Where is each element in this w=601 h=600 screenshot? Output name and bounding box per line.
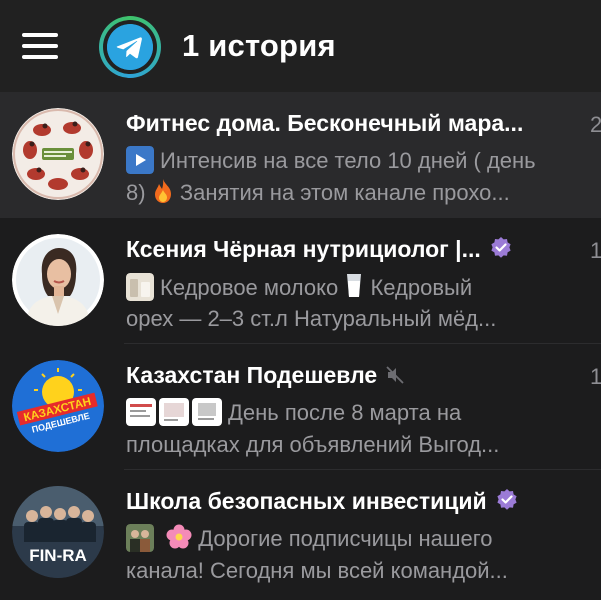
chat-title-text: Ксения Чёрная нутрициолог |...: [126, 236, 481, 262]
verified-badge-icon: [489, 236, 513, 266]
chat-list: Фитнес дома. Бесконечный мара... 2 Интен…: [0, 92, 601, 600]
chat-item-kazakhstan[interactable]: КАЗАХСТАН ПОДЕШЕВЛЕ Казахстан Подешевле …: [0, 344, 601, 470]
chat-title: Ксения Чёрная нутрициолог |...: [126, 236, 513, 266]
chat-title-text: Школа безопасных инвестиций: [126, 488, 487, 514]
chat-title: Школа безопасных инвестиций: [126, 488, 519, 518]
hamburger-menu-icon[interactable]: [22, 33, 60, 59]
top-bar: 1 история: [0, 0, 601, 92]
chat-date: 1: [590, 364, 601, 389]
fitness-channel-avatar: [12, 108, 104, 200]
kazakhstan-channel-avatar: КАЗАХСТАН ПОДЕШЕВЛЕ: [12, 360, 104, 452]
chat-title: Казахстан Подешевле: [126, 362, 405, 391]
verified-badge-icon: [495, 488, 519, 518]
avatar-text: FIN-RA: [29, 546, 87, 565]
telegram-app: 1 история Фитнес дома. Бесконечный мара.…: [0, 0, 601, 600]
preview-text: Интенсив на все тело 10 дней ( день: [160, 148, 536, 173]
chat-item-finra[interactable]: FIN-RA Школа безопасных инвестиций Дорог…: [0, 470, 601, 596]
preview-text: Кедровый: [370, 275, 473, 300]
video-play-icon: [126, 146, 154, 174]
photo-thumbnail-icon: [159, 398, 189, 426]
milk-glass-emoji-icon: [344, 271, 364, 303]
my-story-button[interactable]: [99, 16, 161, 78]
preview-text: Кедровое молоко: [160, 275, 339, 300]
nutritionist-avatar: [12, 234, 104, 326]
photo-thumbnail-icon: [192, 398, 222, 426]
flower-emoji-icon: [166, 524, 192, 555]
chat-date: 2: [590, 112, 601, 137]
chat-title: Фитнес дома. Бесконечный мара...: [126, 110, 524, 136]
preview-text: Дорогие подписчицы нашего: [198, 526, 493, 551]
message-preview: Кедровое молоко Кедровый орех — 2–3 ст.л…: [126, 271, 581, 335]
photo-thumbnail-icon: [126, 273, 154, 301]
chat-item-fitness[interactable]: Фитнес дома. Бесконечный мара... 2 Интен…: [0, 92, 601, 218]
telegram-logo-icon: [107, 24, 153, 70]
photo-thumbnail-icon: [126, 524, 154, 552]
chat-title-text: Казахстан Подешевле: [126, 362, 378, 388]
chat-item-nutritionist[interactable]: Ксения Чёрная нутрициолог |... 1 Кедрово…: [0, 218, 601, 344]
preview-text: День после 8 марта на: [228, 400, 462, 425]
page-title: 1 история: [182, 28, 336, 63]
preview-text: площадках для объявлений Выгод...: [126, 432, 500, 457]
chat-date: 1: [590, 238, 601, 263]
fire-emoji-icon: [152, 178, 174, 209]
message-preview: Интенсив на все тело 10 дней ( день 8) З…: [126, 145, 581, 209]
muted-speaker-icon: [385, 364, 405, 391]
preview-text: орех — 2–3 ст.л Натуральный мёд...: [126, 306, 497, 331]
message-preview: Дорогие подписчицы нашего канала! Сегодн…: [126, 523, 581, 587]
preview-text: Занятия на этом канале прохо...: [179, 180, 510, 205]
photo-thumbnail-icon: [126, 398, 156, 426]
preview-text: канала! Сегодня мы всей командой...: [126, 558, 508, 583]
message-preview: День после 8 марта на площадках для объя…: [126, 397, 581, 461]
preview-text: 8): [126, 180, 146, 205]
finra-channel-avatar: FIN-RA: [12, 486, 104, 578]
